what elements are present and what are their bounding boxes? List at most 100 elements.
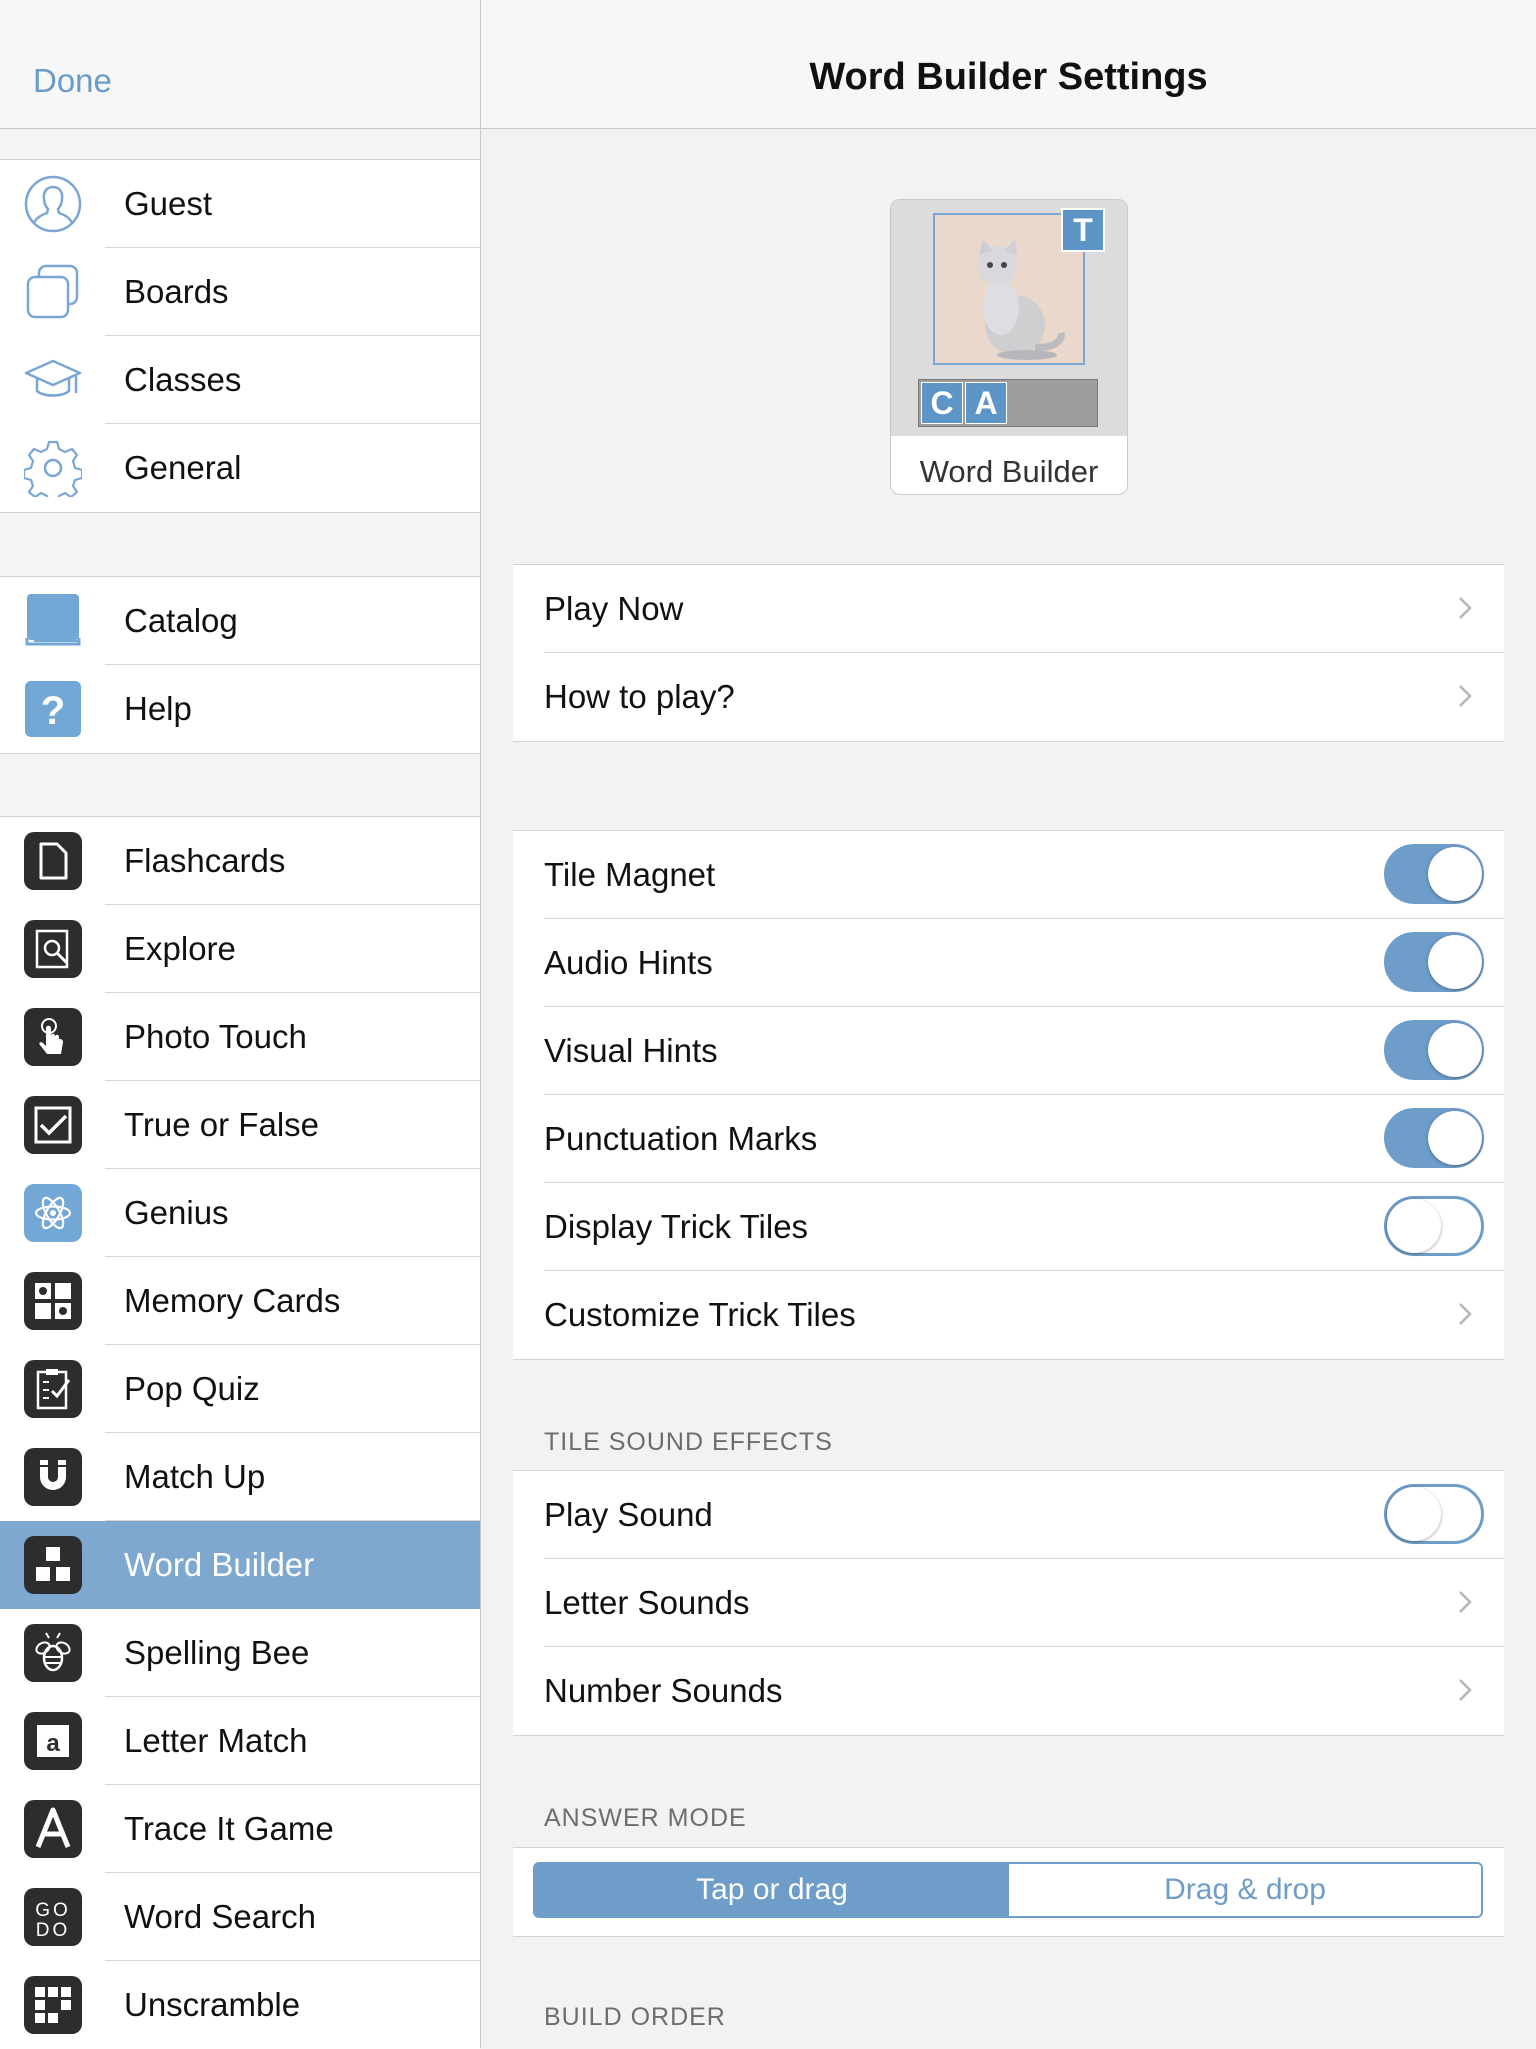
number-sounds-row[interactable]: Number Sounds: [513, 1647, 1504, 1735]
display-trick-tiles-toggle[interactable]: [1384, 1196, 1484, 1256]
svg-text:?: ?: [41, 689, 65, 733]
flashcard-icon: [24, 832, 82, 890]
sidebar-item-boards[interactable]: Boards: [0, 248, 480, 336]
page-title: Word Builder Settings: [809, 56, 1208, 98]
sidebar-item-match-up[interactable]: Match Up: [0, 1433, 480, 1521]
app-preview-card: T C A Word Builder: [890, 199, 1128, 495]
sidebar-item-letter-match[interactable]: a Letter Match: [0, 1697, 480, 1785]
audio-hints-toggle[interactable]: [1384, 932, 1484, 992]
sidebar-item-word-builder[interactable]: Word Builder: [0, 1521, 480, 1609]
sidebar-item-photo-touch[interactable]: Photo Touch: [0, 993, 480, 1081]
app-preview-label: Word Builder: [919, 454, 1099, 489]
sidebar-item-true-or-false[interactable]: True or False: [0, 1081, 480, 1169]
svg-text:DO: DO: [36, 1920, 71, 1941]
blocks-icon: [24, 1536, 82, 1594]
play-group: Play Now How to play?: [513, 564, 1504, 742]
tile-sound-effects-header: TILE SOUND EFFECTS: [544, 1428, 833, 1456]
gear-icon: [24, 440, 82, 497]
row-label: Letter Sounds: [544, 1584, 750, 1621]
sidebar-item-label: Memory Cards: [124, 1282, 341, 1319]
chevron-right-icon: [1459, 1303, 1472, 1325]
tap-or-drag-segment[interactable]: Tap or drag: [535, 1864, 1009, 1916]
sidebar-item-label: Unscramble: [124, 1986, 301, 2023]
sidebar-header: Done: [0, 0, 480, 129]
sidebar-item-explore[interactable]: Explore: [0, 905, 480, 993]
sidebar-item-label: Catalog: [124, 602, 238, 639]
sidebar-item-word-search[interactable]: GO DO Word Search: [0, 1873, 480, 1961]
punctuation-marks-row: Punctuation Marks: [513, 1095, 1504, 1183]
sidebar-item-label: Word Search: [124, 1898, 316, 1935]
how-to-play-row[interactable]: How to play?: [513, 653, 1504, 741]
svg-text:GO: GO: [35, 1900, 71, 1921]
sidebar-item-unscramble[interactable]: Unscramble: [0, 1961, 480, 2049]
account-group: Guest Boards Classes General: [0, 159, 480, 513]
chevron-right-icon: [1459, 685, 1472, 707]
tile-bar: C A: [918, 379, 1098, 427]
visual-hints-toggle[interactable]: [1384, 1020, 1484, 1080]
question-icon: ?: [25, 681, 81, 737]
word-search-icon: GO DO: [24, 1888, 82, 1946]
sidebar-item-label: Genius: [124, 1194, 229, 1231]
options-group: Tile Magnet Audio Hints Visual Hints Pun…: [513, 830, 1504, 1360]
sidebar-item-label: Match Up: [124, 1458, 266, 1495]
sidebar-item-label: General: [124, 449, 242, 486]
sidebar-item-label: Guest: [124, 185, 213, 222]
row-label: Audio Hints: [544, 944, 713, 981]
navigation-bar: Word Builder Settings: [481, 0, 1536, 129]
sidebar-item-label: Word Builder: [124, 1546, 315, 1583]
boards-icon: [26, 264, 79, 319]
tile-magnet-toggle[interactable]: [1384, 844, 1484, 904]
answer-mode-row: Tap or drag Drag & drop: [513, 1847, 1504, 1937]
sidebar-item-flashcards[interactable]: Flashcards: [0, 817, 480, 905]
magnet-icon: [24, 1448, 82, 1506]
play-sound-toggle[interactable]: [1384, 1484, 1484, 1544]
row-label: Customize Trick Tiles: [544, 1296, 856, 1333]
sidebar-item-trace-it-game[interactable]: Trace It Game: [0, 1785, 480, 1873]
sidebar-item-catalog[interactable]: Catalog: [0, 577, 480, 665]
row-label: Play Now: [544, 590, 684, 627]
display-trick-tiles-row: Display Trick Tiles: [513, 1183, 1504, 1271]
play-now-row[interactable]: Play Now: [513, 565, 1504, 653]
chevron-right-icon: [1459, 1679, 1472, 1701]
svg-text:a: a: [46, 1730, 60, 1757]
sidebar-item-label: Help: [124, 690, 192, 727]
settings-detail-pane: Word Builder Settings T C A Word Builder: [481, 0, 1536, 2048]
customize-trick-tiles-row[interactable]: Customize Trick Tiles: [513, 1271, 1504, 1359]
settings-sidebar: Done Guest Boards Classes General Catalo…: [0, 0, 481, 2049]
games-group: Flashcards Explore Photo Touch True or F…: [0, 816, 480, 2049]
bee-icon: [24, 1624, 82, 1682]
play-sound-row: Play Sound: [513, 1471, 1504, 1559]
sidebar-item-genius[interactable]: Genius: [0, 1169, 480, 1257]
sidebar-item-label: Spelling Bee: [124, 1634, 310, 1671]
letter-tile: A: [965, 382, 1007, 424]
tile-magnet-row: Tile Magnet: [513, 831, 1504, 919]
sidebar-item-memory-cards[interactable]: Memory Cards: [0, 1257, 480, 1345]
letter-tile: C: [921, 382, 963, 424]
graduation-cap-icon: [24, 359, 82, 397]
row-label: Punctuation Marks: [544, 1120, 818, 1157]
sidebar-item-label: Classes: [124, 361, 242, 398]
row-label: Number Sounds: [544, 1672, 783, 1709]
letter-sounds-row[interactable]: Letter Sounds: [513, 1559, 1504, 1647]
letter-a-tile-icon: a: [24, 1712, 82, 1770]
sidebar-item-label: True or False: [124, 1106, 320, 1143]
magnifier-icon: [24, 920, 82, 978]
answer-mode-segmented-control: Tap or drag Drag & drop: [533, 1862, 1483, 1918]
sidebar-item-spelling-bee[interactable]: Spelling Bee: [0, 1609, 480, 1697]
trace-a-icon: [24, 1800, 82, 1858]
sidebar-item-classes[interactable]: Classes: [0, 336, 480, 424]
sidebar-item-label: Trace It Game: [124, 1810, 334, 1847]
sidebar-item-help[interactable]: ? Help: [0, 665, 480, 753]
trick-tile-badge: T: [1061, 208, 1105, 252]
audio-hints-row: Audio Hints: [513, 919, 1504, 1007]
finger-touch-icon: [24, 1008, 82, 1066]
sidebar-item-general[interactable]: General: [0, 424, 480, 512]
sidebar-item-label: Pop Quiz: [124, 1370, 260, 1407]
unscramble-grid-icon: [24, 1976, 82, 2034]
sidebar-item-pop-quiz[interactable]: Pop Quiz: [0, 1345, 480, 1433]
punctuation-marks-toggle[interactable]: [1384, 1108, 1484, 1168]
done-button[interactable]: Done: [33, 62, 112, 100]
drag-and-drop-segment[interactable]: Drag & drop: [1009, 1864, 1481, 1916]
sidebar-item-guest[interactable]: Guest: [0, 160, 480, 248]
visual-hints-row: Visual Hints: [513, 1007, 1504, 1095]
